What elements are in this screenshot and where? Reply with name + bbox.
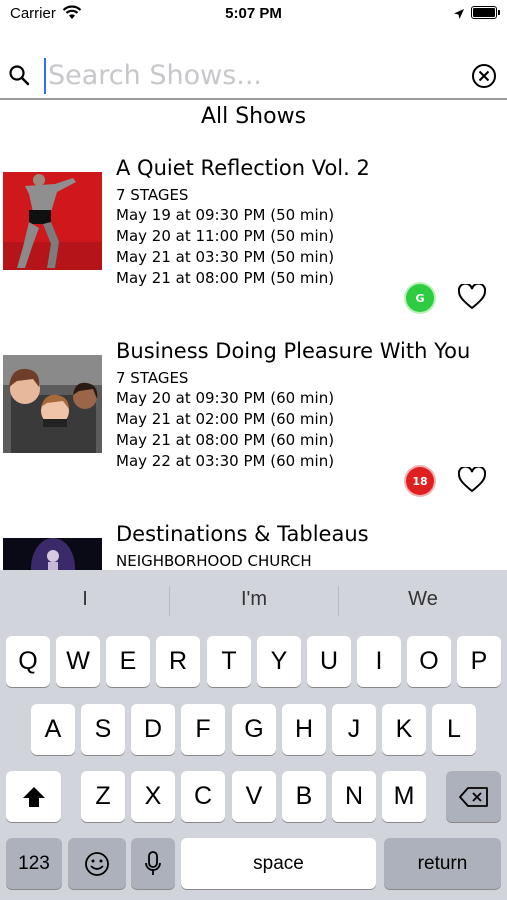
key-c[interactable]: C — [181, 771, 225, 822]
microphone-icon[interactable] — [131, 838, 175, 889]
suggestion-item[interactable]: I — [1, 588, 169, 611]
suggestion-item[interactable]: We — [339, 588, 507, 611]
heart-icon[interactable] — [457, 282, 487, 314]
key-s[interactable]: S — [81, 704, 125, 755]
text-cursor — [44, 58, 46, 94]
suggestion-bar: I I'm We — [0, 570, 507, 630]
show-time: May 21 at 03:30 PM (50 min) — [116, 248, 335, 266]
key-y[interactable]: Y — [257, 636, 301, 687]
key-l[interactable]: L — [432, 704, 476, 755]
key-q[interactable]: Q — [6, 636, 50, 687]
show-thumbnail — [3, 172, 102, 270]
shift-icon[interactable] — [6, 771, 61, 822]
suggestion-item[interactable]: I'm — [170, 588, 338, 611]
show-time: May 20 at 09:30 PM (60 min) — [116, 389, 335, 407]
clock: 5:07 PM — [225, 5, 282, 22]
rating-badge: 18 — [406, 467, 434, 495]
show-title: Destinations & Tableaus — [116, 522, 369, 546]
key-h[interactable]: H — [282, 704, 326, 755]
list-item[interactable]: A Quiet Reflection Vol. 2 7 STAGES May 1… — [0, 150, 507, 325]
rating-badge: G — [406, 284, 434, 312]
search-bar — [0, 52, 507, 100]
key-m[interactable]: M — [382, 771, 426, 822]
key-e[interactable]: E — [106, 636, 150, 687]
list-item[interactable]: Business Doing Pleasure With You 7 STAGE… — [0, 333, 507, 508]
return-key[interactable]: return — [384, 838, 501, 889]
key-w[interactable]: W — [56, 636, 100, 687]
key-z[interactable]: Z — [81, 771, 125, 822]
key-d[interactable]: D — [131, 704, 175, 755]
key-a[interactable]: A — [31, 704, 75, 755]
show-thumbnail — [3, 355, 102, 453]
key-f[interactable]: F — [181, 704, 225, 755]
key-k[interactable]: K — [382, 704, 426, 755]
show-times: May 19 at 09:30 PM (50 min) May 20 at 11… — [116, 205, 334, 289]
key-j[interactable]: J — [332, 704, 376, 755]
key-o[interactable]: O — [407, 636, 451, 687]
numbers-key[interactable]: 123 — [6, 838, 62, 889]
show-times: May 20 at 09:30 PM (60 min) May 21 at 02… — [116, 388, 334, 472]
space-key[interactable]: space — [181, 838, 376, 889]
status-bar: Carrier 5:07 PM — [0, 0, 507, 30]
keyboard: I I'm We Q W E R T Y U I O P A S D F G H… — [0, 570, 507, 900]
key-v[interactable]: V — [232, 771, 276, 822]
key-g[interactable]: G — [232, 704, 276, 755]
key-r[interactable]: R — [156, 636, 200, 687]
key-i[interactable]: I — [357, 636, 401, 687]
search-icon — [8, 64, 30, 90]
show-venue: 7 STAGES — [116, 186, 189, 204]
show-thumbnail — [3, 538, 102, 570]
show-time: May 21 at 02:00 PM (60 min) — [116, 410, 335, 428]
show-time: May 21 at 08:00 PM (50 min) — [116, 269, 335, 287]
show-time: May 19 at 09:30 PM (50 min) — [116, 206, 335, 224]
location-arrow-icon — [453, 6, 465, 24]
show-time: May 22 at 03:30 PM (60 min) — [116, 452, 335, 470]
show-title: A Quiet Reflection Vol. 2 — [116, 156, 370, 180]
show-time: May 21 at 08:00 PM (60 min) — [116, 431, 335, 449]
clear-icon[interactable] — [471, 63, 497, 93]
emoji-icon[interactable] — [68, 838, 126, 889]
show-venue: 7 STAGES — [116, 369, 189, 387]
show-time: May 20 at 11:00 PM (50 min) — [116, 227, 335, 245]
page-title: All Shows — [200, 104, 307, 129]
show-title: Business Doing Pleasure With You — [116, 339, 471, 363]
key-x[interactable]: X — [131, 771, 175, 822]
key-u[interactable]: U — [307, 636, 351, 687]
heart-icon[interactable] — [457, 465, 487, 497]
show-venue: NEIGHBORHOOD CHURCH — [116, 552, 312, 570]
delete-icon[interactable] — [446, 771, 501, 822]
list-item[interactable]: Destinations & Tableaus NEIGHBORHOOD CHU… — [0, 516, 507, 570]
battery-icon — [471, 6, 500, 19]
key-t[interactable]: T — [207, 636, 251, 687]
key-p[interactable]: P — [457, 636, 501, 687]
key-b[interactable]: B — [282, 771, 326, 822]
search-input[interactable] — [48, 52, 458, 98]
key-n[interactable]: N — [332, 771, 376, 822]
